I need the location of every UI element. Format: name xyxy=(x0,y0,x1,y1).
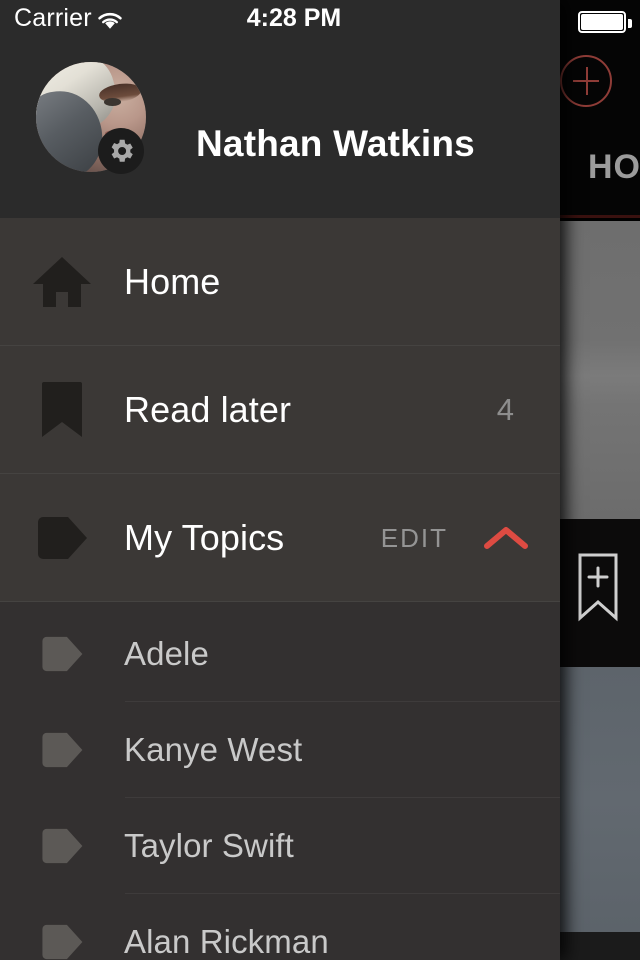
list-item[interactable]: Kanye West xyxy=(0,702,560,798)
menu-item-read-later[interactable]: Read later 4 xyxy=(0,346,560,474)
tag-icon xyxy=(0,515,124,561)
bookmark-plus-icon[interactable] xyxy=(577,552,619,622)
list-item-label: Kanye West xyxy=(124,731,303,768)
chevron-up-glyph xyxy=(484,527,528,549)
status-bar: Carrier 4:28 PM xyxy=(0,0,560,36)
home-icon xyxy=(0,254,124,310)
tag-icon xyxy=(0,827,124,865)
profile-name: Nathan Watkins xyxy=(196,123,475,164)
battery-nub xyxy=(628,19,632,28)
background-card-top[interactable] xyxy=(560,221,640,519)
tag-icon xyxy=(0,731,124,769)
tag-icon xyxy=(0,923,124,960)
chevron-up-icon[interactable] xyxy=(482,523,560,553)
menu-item-label: Read later xyxy=(124,389,292,430)
menu-item-label: Home xyxy=(124,261,221,302)
tag-glyph xyxy=(42,828,83,864)
plus-circle-icon[interactable] xyxy=(560,55,612,107)
screen: HO Carrier 4:28 PM Nathan Watkins Home R… xyxy=(0,0,640,960)
plus-vertical-bar xyxy=(586,67,588,95)
navigation-drawer[interactable]: Carrier 4:28 PM Nathan Watkins Home Read… xyxy=(0,0,560,960)
home-glyph xyxy=(33,257,91,307)
status-bar-time: 4:28 PM xyxy=(246,4,342,32)
edit-button[interactable]: EDIT xyxy=(381,523,482,554)
tag-glyph xyxy=(42,924,83,960)
battery-full-icon xyxy=(578,11,632,33)
topics-list: Adele Kanye West Taylor Swift Alan Rickm… xyxy=(0,602,560,960)
avatar[interactable] xyxy=(36,62,146,174)
menu-item-home[interactable]: Home xyxy=(0,218,560,346)
drawer-menu: Home Read later 4 My Topics EDIT Adele K… xyxy=(0,218,560,960)
list-item-label: Taylor Swift xyxy=(124,827,294,864)
background-bottom-bar xyxy=(560,932,640,960)
gear-icon[interactable] xyxy=(98,128,144,174)
bookmark-icon xyxy=(0,380,124,440)
battery-fill xyxy=(581,14,623,30)
list-item[interactable]: Alan Rickman xyxy=(0,894,560,960)
avatar-eye xyxy=(104,98,121,106)
list-item-label: Alan Rickman xyxy=(124,923,329,960)
bookmark-glyph xyxy=(42,382,82,437)
gear-glyph xyxy=(111,139,133,162)
menu-item-count: 4 xyxy=(496,392,514,427)
section-title: My Topics xyxy=(124,517,285,558)
list-item[interactable]: Adele xyxy=(0,606,560,702)
tag-glyph xyxy=(42,636,83,672)
list-item-label: Adele xyxy=(124,635,209,672)
section-header-my-topics[interactable]: My Topics EDIT xyxy=(0,474,560,602)
background-app-title: HO xyxy=(588,148,640,186)
background-card-bottom[interactable] xyxy=(560,667,640,932)
tag-glyph xyxy=(38,517,87,559)
list-item[interactable]: Taylor Swift xyxy=(0,798,560,894)
tag-icon xyxy=(0,635,124,673)
profile-header[interactable]: Nathan Watkins xyxy=(0,36,560,218)
tag-glyph xyxy=(42,732,83,768)
